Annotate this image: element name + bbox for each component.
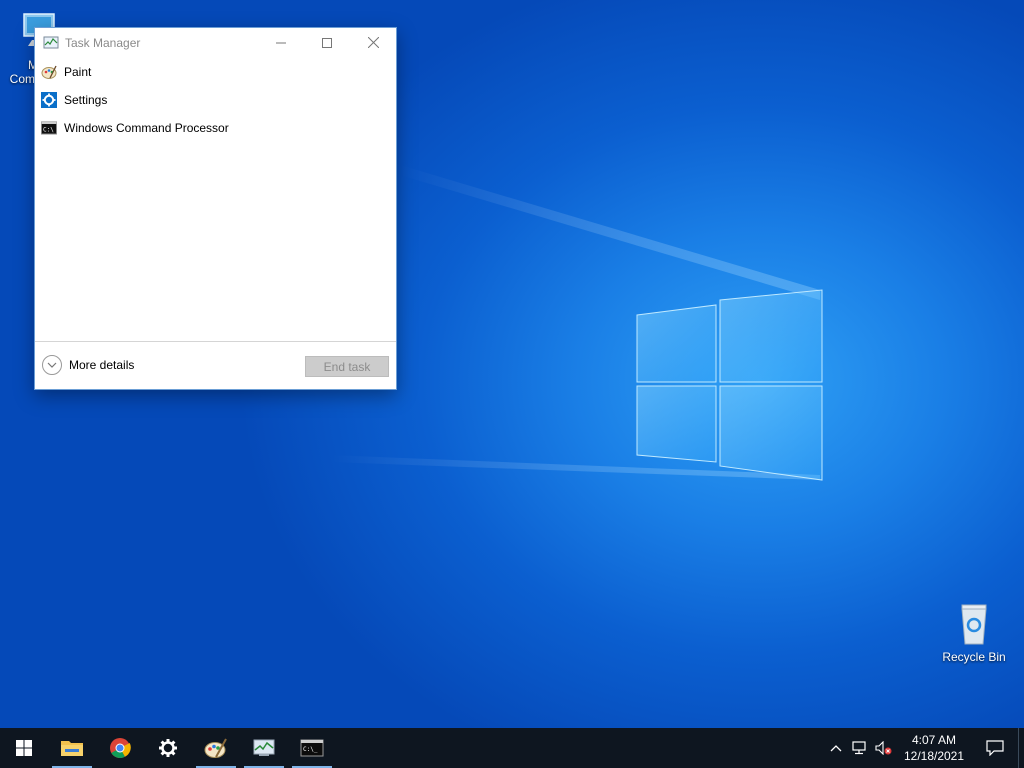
settings-gear-icon	[41, 92, 57, 108]
task-manager-icon	[253, 739, 275, 756]
list-item-settings[interactable]: Settings	[35, 86, 396, 114]
taskbar-chrome[interactable]	[96, 728, 144, 768]
close-button[interactable]	[350, 28, 396, 57]
clock[interactable]: 4:07 AM 12/18/2021	[896, 732, 972, 764]
title-bar[interactable]: Task Manager	[35, 28, 396, 57]
chevron-up-icon	[830, 745, 842, 752]
action-center-button[interactable]	[972, 728, 1018, 768]
taskbar-paint[interactable]	[192, 728, 240, 768]
window-title: Task Manager	[65, 35, 141, 50]
more-details-label: More details	[69, 358, 135, 372]
window-footer: More details End task	[35, 341, 396, 389]
network-button[interactable]	[848, 728, 872, 768]
folder-icon	[61, 741, 83, 756]
svg-text:C:\: C:\	[43, 127, 54, 134]
minimize-icon	[276, 42, 286, 43]
list-item-label: Paint	[64, 65, 92, 79]
maximize-icon	[322, 37, 332, 48]
close-icon	[367, 37, 379, 48]
list-item-cmd[interactable]: C:\ Windows Command Processor	[35, 114, 396, 142]
more-details-button[interactable]: More details	[42, 355, 134, 375]
chevron-down-icon	[42, 355, 62, 375]
svg-text:C:\_: C:\_	[303, 746, 318, 753]
list-item-paint[interactable]: Paint	[35, 58, 396, 86]
system-tray: 4:07 AM 12/18/2021	[824, 728, 1024, 768]
task-manager-window: Task Manager Paint Settings C:\ Windows …	[34, 27, 397, 390]
paint-icon	[204, 738, 227, 758]
maximize-button[interactable]	[304, 28, 350, 57]
clock-date: 12/18/2021	[903, 749, 965, 763]
windows-logo-icon	[16, 740, 32, 756]
app-list: Paint Settings C:\ Windows Command Proce…	[35, 57, 396, 142]
taskbar-settings[interactable]	[144, 728, 192, 768]
minimize-button[interactable]	[258, 28, 304, 57]
task-manager-icon	[43, 35, 59, 51]
recycle-bin-icon	[952, 602, 996, 646]
cmd-icon: C:\	[41, 120, 57, 136]
taskbar: C:\_ 4:07 AM 12/18/2021	[0, 728, 1024, 768]
windows-logo-wallpaper-icon	[636, 289, 823, 481]
show-hidden-icons-button[interactable]	[824, 728, 848, 768]
notification-icon	[986, 740, 1004, 756]
gear-icon	[159, 739, 177, 757]
desktop-icon-label: Recycle Bin	[942, 650, 1006, 664]
desktop-icon-recycle-bin[interactable]: Recycle Bin	[938, 602, 1010, 664]
paint-icon	[41, 64, 57, 80]
show-desktop-button[interactable]	[1018, 728, 1024, 768]
taskbar-cmd[interactable]: C:\_	[288, 728, 336, 768]
taskbar-file-explorer[interactable]	[48, 728, 96, 768]
start-button[interactable]	[0, 728, 48, 768]
chrome-icon	[110, 738, 131, 758]
clock-time: 4:07 AM	[911, 733, 957, 747]
cmd-icon: C:\_	[300, 739, 324, 757]
volume-button[interactable]	[872, 728, 896, 768]
list-item-label: Settings	[64, 93, 108, 107]
taskbar-task-manager[interactable]	[240, 728, 288, 768]
end-task-button[interactable]: End task	[305, 356, 389, 377]
network-icon	[852, 741, 866, 755]
volume-muted-icon	[875, 741, 892, 755]
list-item-label: Windows Command Processor	[64, 121, 229, 135]
